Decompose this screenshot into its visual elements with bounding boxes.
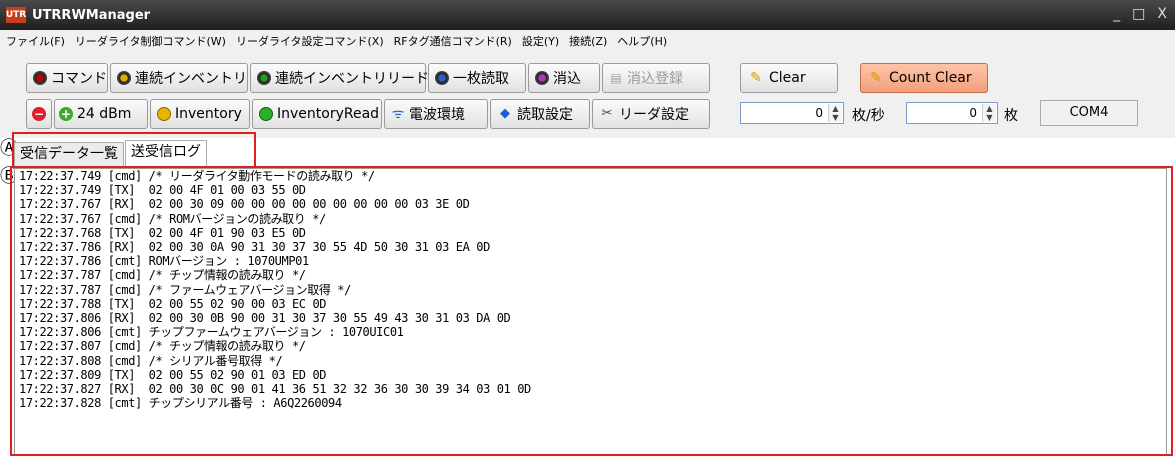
power-level: 24 dBm	[77, 106, 132, 122]
command-label: コマンド	[51, 71, 107, 87]
log-line: 17:22:37.786 [RX] 02 00 30 0A 90 31 30 3…	[19, 240, 490, 255]
document-icon: ▤	[610, 71, 622, 85]
power-up-button[interactable]: + 24 dBm	[54, 99, 148, 129]
app-logo-icon: UTR	[6, 7, 26, 23]
minimize-icon[interactable]: _	[1113, 6, 1120, 22]
power-down-button[interactable]: −	[26, 99, 52, 129]
log-line: 17:22:37.827 [RX] 02 00 30 0C 90 01 41 3…	[19, 382, 531, 397]
menu-file[interactable]: ファイル(F)	[6, 33, 65, 49]
rate-value: 0	[815, 106, 823, 120]
menu-bar: ファイル(F) リーダライタ制御コマンド(W) リーダライタ設定コマンド(X) …	[0, 30, 1175, 52]
record-icon	[535, 71, 549, 85]
continuous-inventory-label: 連続インベントリ	[135, 71, 247, 87]
rate-spinner[interactable]: ▲ ▼	[828, 104, 842, 122]
log-line: 17:22:37.767 [cmd] /* ROMバージョンの読み取り */	[19, 211, 326, 226]
clear-label: Clear	[769, 70, 806, 86]
wifi-icon: ᯤ	[391, 106, 405, 122]
close-icon[interactable]: X	[1157, 6, 1167, 22]
log-line: 17:22:37.808 [cmd] /* シリアル番号取得 */	[19, 353, 283, 368]
single-read-label: 一枚読取	[453, 71, 509, 87]
log-panel[interactable]: 17:22:37.749 [cmd] /* リーダライタ動作モードの読み取り *…	[14, 168, 1167, 456]
reader-settings-label: リーダ設定	[619, 107, 689, 123]
record-icon	[117, 71, 131, 85]
log-line: 17:22:37.786 [cmt] ROMバージョン : 1070UMP01	[19, 254, 309, 269]
rate-input[interactable]: 0 ▲ ▼	[740, 102, 844, 124]
inventory-read-label: InventoryRead	[277, 106, 380, 122]
broom-icon: ✎	[870, 70, 882, 86]
tag-icon: ◆	[500, 106, 510, 121]
title-bar: UTR UTRRWManager _ □ X	[0, 0, 1175, 30]
inventory-read-button[interactable]: InventoryRead	[252, 99, 382, 129]
count-clear-label: Count Clear	[889, 70, 972, 86]
com-port-status: COM4	[1040, 100, 1138, 126]
plus-icon: +	[59, 107, 73, 121]
erase-label: 消込	[553, 71, 581, 87]
log-line: 17:22:37.767 [RX] 02 00 30 09 00 00 00 0…	[19, 197, 470, 212]
tools-icon: ✂	[601, 106, 613, 121]
erase-register-button[interactable]: ▤ 消込登録	[602, 63, 710, 93]
yellow-circle-icon	[157, 107, 171, 121]
tab-strip: 受信データ一覧 送受信ログ	[14, 140, 208, 166]
log-line: 17:22:37.809 [TX] 02 00 55 02 90 01 03 E…	[19, 367, 327, 382]
menu-help[interactable]: ヘルプ(H)	[617, 33, 667, 49]
log-line: 17:22:37.828 [cmt] チップシリアル番号 : A6Q226009…	[19, 396, 342, 411]
rate-unit: 枚/秒	[852, 108, 885, 124]
reader-settings-button[interactable]: ✂ リーダ設定	[592, 99, 710, 129]
command-button[interactable]: コマンド	[26, 63, 108, 93]
green-circle-icon	[259, 107, 273, 121]
log-line: 17:22:37.806 [cmt] チップファームウェアバージョン : 107…	[19, 325, 404, 340]
record-icon	[257, 71, 271, 85]
count-input[interactable]: 0 ▲ ▼	[906, 102, 998, 124]
continuous-inventory-read-label: 連続インベントリリード	[275, 71, 429, 87]
log-line: 17:22:37.807 [cmd] /* チップ情報の読み取り */	[19, 339, 306, 354]
erase-register-label: 消込登録	[627, 71, 683, 87]
menu-rf-tag[interactable]: RFタグ通信コマンド(R)	[394, 33, 512, 49]
maximize-icon[interactable]: □	[1132, 6, 1145, 22]
single-read-button[interactable]: 一枚読取	[428, 63, 526, 93]
log-line: 17:22:37.787 [cmd] /* チップ情報の読み取り */	[19, 268, 306, 283]
minus-icon: −	[32, 107, 46, 121]
log-line: 17:22:37.788 [TX] 02 00 55 02 90 00 03 E…	[19, 296, 327, 311]
inventory-label: Inventory	[175, 106, 242, 122]
window-title: UTRRWManager	[32, 7, 151, 23]
menu-connect[interactable]: 接続(Z)	[569, 33, 607, 49]
menu-rw-settings[interactable]: リーダライタ設定コマンド(X)	[236, 33, 384, 49]
menu-settings[interactable]: 設定(Y)	[522, 33, 559, 49]
record-icon	[33, 71, 47, 85]
count-clear-button[interactable]: ✎ Count Clear	[860, 63, 988, 93]
log-line: 17:22:37.806 [RX] 02 00 30 0B 90 00 31 3…	[19, 311, 511, 326]
read-settings-button[interactable]: ◆ 読取設定	[490, 99, 590, 129]
count-value: 0	[969, 106, 977, 120]
continuous-inventory-read-button[interactable]: 連続インベントリリード	[250, 63, 429, 93]
record-icon	[435, 71, 449, 85]
window-controls: _ □ X	[1113, 6, 1167, 22]
menu-rw-control[interactable]: リーダライタ制御コマンド(W)	[75, 33, 226, 49]
radio-environment-button[interactable]: ᯤ 電波環境	[384, 99, 488, 129]
erase-button[interactable]: 消込	[528, 63, 600, 93]
tab-received-data[interactable]: 受信データ一覧	[14, 142, 124, 166]
continuous-inventory-button[interactable]: 連続インベントリ	[110, 63, 248, 93]
read-settings-label: 読取設定	[517, 107, 573, 123]
count-unit: 枚	[1004, 108, 1018, 124]
log-line: 17:22:37.768 [TX] 02 00 4F 01 90 03 E5 0…	[19, 225, 306, 240]
log-line: 17:22:37.749 [cmd] /* リーダライタ動作モードの読み取り *…	[19, 169, 375, 183]
count-spinner[interactable]: ▲ ▼	[982, 104, 996, 122]
broom-icon: ✎	[750, 70, 762, 86]
radio-environment-label: 電波環境	[409, 107, 465, 123]
inventory-button[interactable]: Inventory	[150, 99, 250, 129]
log-line: 17:22:37.787 [cmd] /* ファームウェアバージョン取得 */	[19, 282, 351, 297]
toolbar-area: コマンド 連続インベントリ 連続インベントリリード 一枚読取 消込 ▤ 消込登録…	[0, 52, 1175, 138]
log-line: 17:22:37.749 [TX] 02 00 4F 01 00 03 55 0…	[19, 183, 306, 198]
clear-button[interactable]: ✎ Clear	[740, 63, 838, 93]
tab-tx-rx-log[interactable]: 送受信ログ	[125, 140, 207, 166]
